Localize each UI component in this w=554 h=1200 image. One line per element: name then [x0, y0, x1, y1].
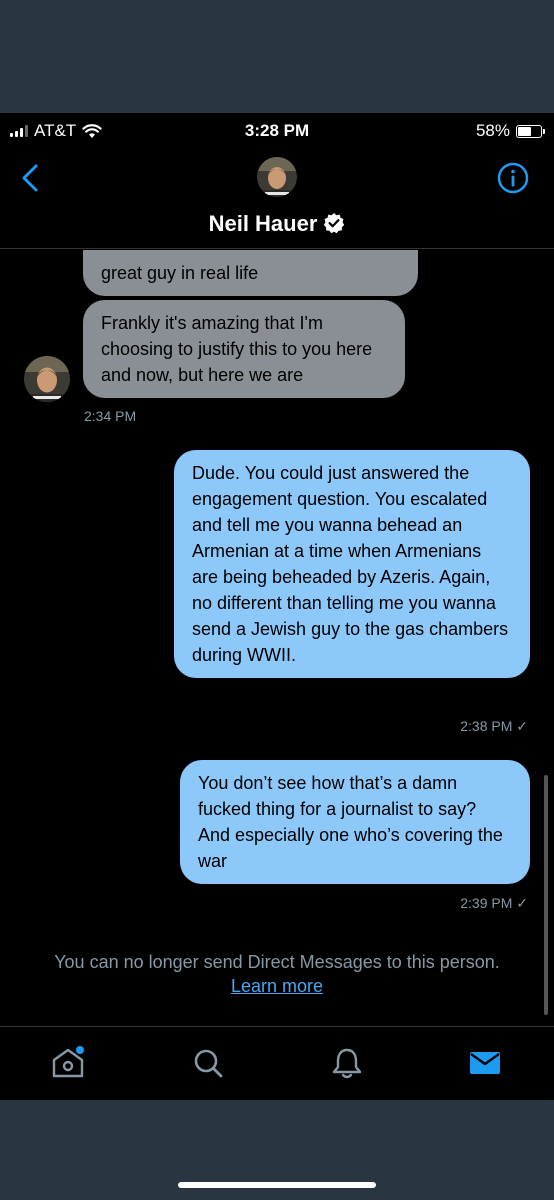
messages-icon[interactable] — [467, 1045, 503, 1081]
avatar-image — [24, 356, 70, 402]
conversation-header: Neil Hauer — [0, 147, 554, 249]
dm-restricted-notice: You can no longer send Direct Messages t… — [0, 950, 554, 998]
battery-fill — [518, 126, 531, 136]
message-timestamp: 2:34 PM — [84, 408, 137, 424]
message-bubble-outgoing[interactable]: You don’t see how that’s a damn fucked t… — [180, 760, 530, 884]
message-bubble-outgoing[interactable]: Dude. You could just answered the engage… — [174, 450, 530, 678]
message-text: You don’t see how that’s a damn fucked t… — [198, 773, 503, 871]
status-right: 58% — [475, 121, 545, 141]
message-bubble-incoming[interactable]: great guy in real life — [83, 250, 418, 296]
status-bar: AT&T 3:28 PM 58% — [0, 113, 554, 147]
message-text: Frankly it's amazing that I'm choosing t… — [101, 313, 373, 385]
message-timestamp: 2:38 PM ✓ — [460, 718, 528, 734]
status-time: 3:28 PM — [244, 121, 310, 140]
notice-text: You can no longer send Direct Messages t… — [54, 952, 500, 972]
message-text: Dude. You could just answered the engage… — [192, 463, 509, 665]
notifications-icon[interactable] — [329, 1045, 365, 1081]
back-chevron-icon[interactable] — [16, 161, 44, 195]
search-icon[interactable] — [190, 1045, 226, 1081]
phone-screen: AT&T 3:28 PM 58% Neil Hauer great guy in… — [0, 113, 554, 1100]
learn-more-link[interactable]: Learn more — [231, 976, 323, 996]
battery-percent: 58% — [475, 121, 510, 140]
message-thread[interactable]: great guy in real life Frankly it's amaz… — [0, 250, 554, 1026]
info-circle-icon[interactable] — [496, 161, 530, 195]
contact-name-label: Neil Hauer — [208, 211, 318, 236]
message-bubble-incoming[interactable]: Frankly it's amazing that I'm choosing t… — [83, 300, 405, 398]
message-text: great guy in real life — [101, 263, 259, 283]
header-avatar[interactable] — [257, 157, 297, 197]
home-indicator[interactable] — [178, 1182, 376, 1188]
message-timestamp: 2:39 PM ✓ — [460, 895, 528, 911]
sender-avatar[interactable] — [24, 356, 70, 402]
screenshot-top-margin — [0, 0, 554, 113]
battery-icon — [516, 124, 545, 138]
scrollbar[interactable] — [544, 775, 548, 1015]
contact-name[interactable]: Neil Hauer — [0, 211, 554, 237]
verified-badge-icon — [324, 213, 345, 234]
home-icon[interactable] — [50, 1045, 86, 1081]
bottom-tab-bar — [0, 1026, 554, 1100]
avatar-image — [257, 157, 297, 197]
